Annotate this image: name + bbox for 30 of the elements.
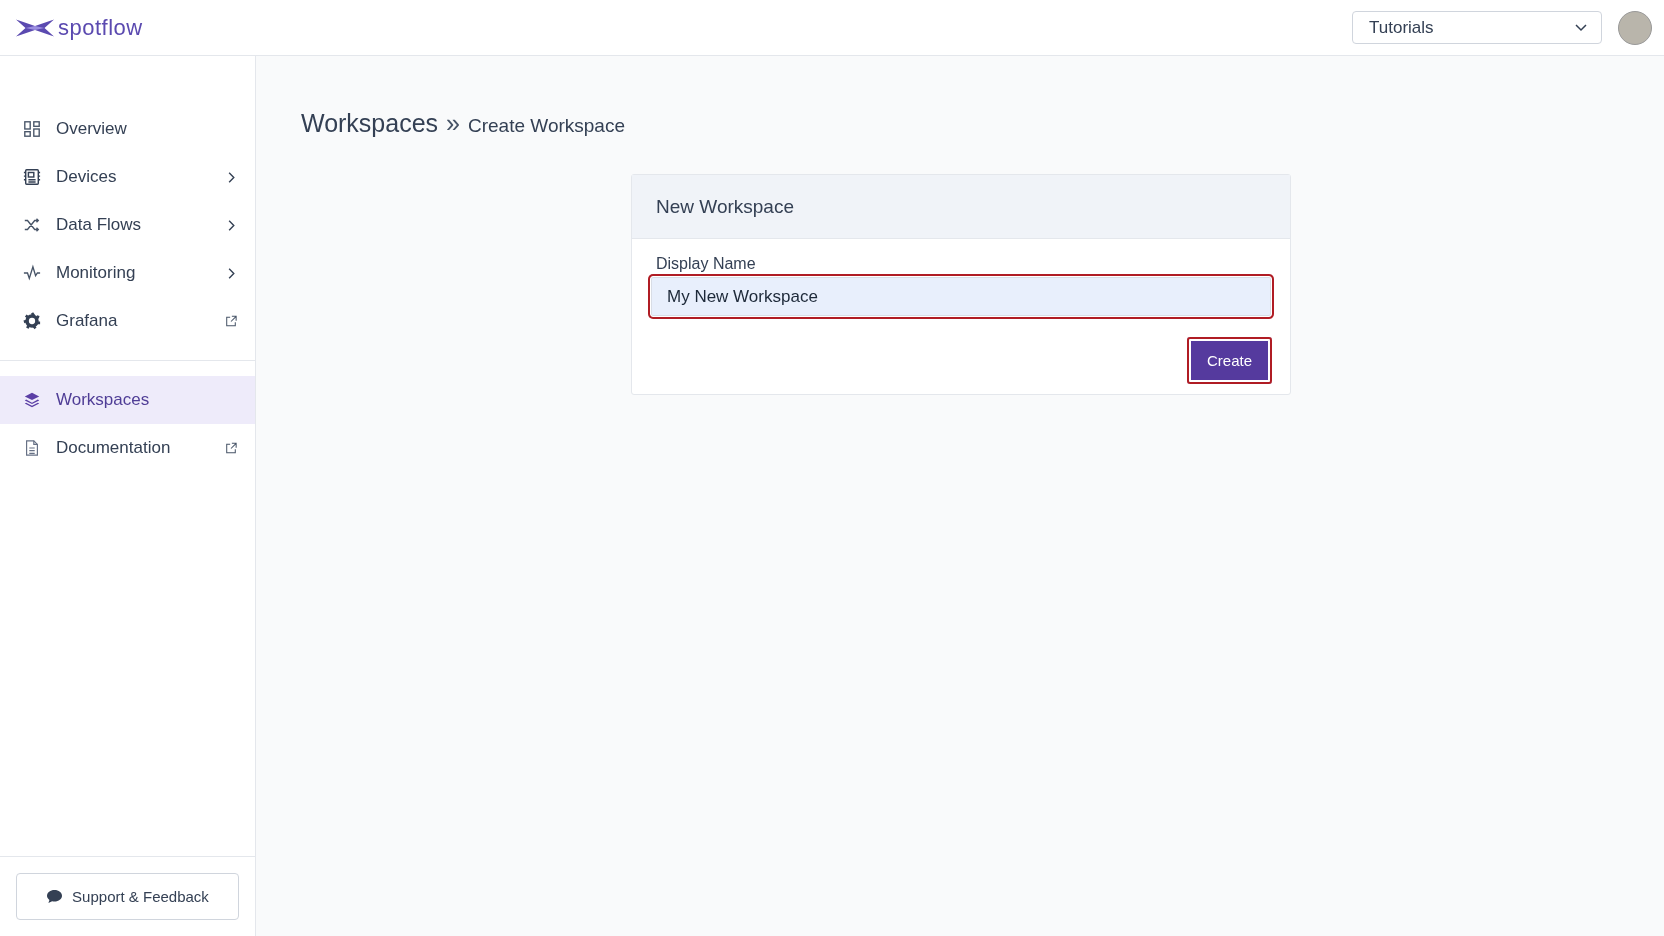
create-button[interactable]: Create [1186, 337, 1272, 384]
chevron-down-icon [1575, 23, 1587, 32]
support-feedback-button[interactable]: Support & Feedback [16, 873, 239, 920]
pulse-icon [23, 264, 41, 282]
gear-icon [23, 312, 41, 330]
shuffle-icon [23, 216, 41, 234]
external-link-icon [225, 314, 237, 328]
display-name-field[interactable]: My New Workspace [650, 276, 1272, 317]
chat-bubble-icon [46, 889, 64, 904]
workspace-selector[interactable]: Tutorials [1352, 11, 1602, 44]
sidebar-item[interactable]: Grafana [0, 297, 255, 345]
logo-text: spotflow [58, 14, 143, 41]
logo-icon [16, 17, 54, 38]
grid-icon [23, 120, 41, 138]
document-icon [23, 439, 41, 457]
chip-icon [23, 168, 41, 186]
sidebar-item[interactable]: Monitoring [0, 249, 255, 297]
external-link-icon [225, 441, 237, 455]
sidebar-item[interactable]: Data Flows [0, 201, 255, 249]
sidebar-item[interactable]: Documentation [0, 424, 255, 472]
field-label: Display Name [656, 255, 756, 273]
breadcrumb-separator: » [446, 109, 460, 138]
sidebar-item[interactable]: Devices [0, 153, 255, 201]
page-title: Create Workspace [468, 115, 625, 137]
avatar[interactable] [1618, 10, 1652, 45]
sidebar-item[interactable]: Workspaces [0, 376, 255, 424]
breadcrumb-link[interactable]: Workspaces [301, 109, 439, 138]
sidebar-item[interactable]: Overview [0, 105, 255, 153]
layers-icon [23, 391, 41, 409]
card-title: New Workspace [656, 195, 794, 218]
